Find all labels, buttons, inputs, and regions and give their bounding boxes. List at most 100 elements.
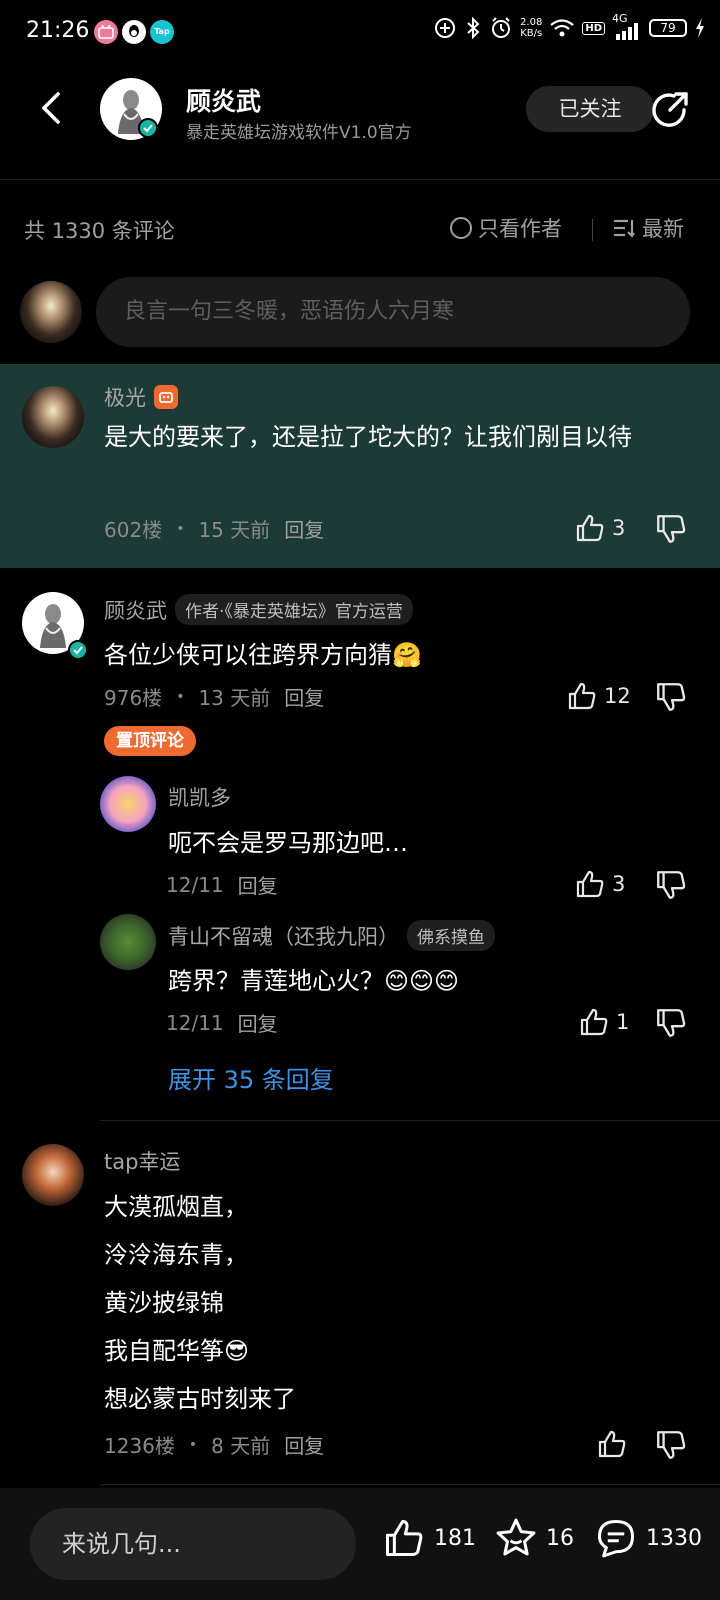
reply-date: 12/11 [166, 872, 224, 897]
status-bar: 21:26 Tap 2.08 KB/s HD 4G 79 [0, 0, 720, 66]
favorite-button[interactable]: 16 [494, 1516, 574, 1560]
charging-icon [696, 18, 704, 38]
divider [100, 1484, 720, 1485]
comment-text: 各位少侠可以往跨界方向猜🤗 [104, 641, 422, 669]
sort-newest-label: 最新 [642, 217, 684, 241]
thumbs-up-icon [568, 682, 596, 710]
my-avatar [20, 281, 82, 343]
comment-meta: 976楼 • 13 天前 回复 [104, 682, 324, 711]
post-header: 顾炎武 暴走英雄坛游戏软件V1.0官方 已关注 [0, 66, 720, 180]
hd-badge: HD [582, 21, 605, 35]
thumbs-up-icon [385, 1519, 423, 1557]
comment-bubble-icon [597, 1519, 635, 1558]
thumbs-down-icon [657, 515, 686, 543]
comment-text: 是大的要来了，还是拉了坨大的？让我们剐目以待 [104, 423, 632, 451]
divider [592, 219, 593, 241]
dislike-button[interactable] [654, 680, 688, 714]
reply-date: 12/11 [166, 1010, 224, 1035]
poem-line: 黄沙披绿锦 [104, 1289, 224, 1317]
author-only-toggle[interactable]: 只看作者 [450, 213, 562, 243]
avatar[interactable] [22, 386, 84, 448]
dislike-button[interactable] [654, 1428, 688, 1462]
sort-icon [614, 219, 635, 238]
avatar[interactable] [22, 592, 88, 660]
comment-author[interactable]: 顾炎武 作者·《暴走英雄坛》官方运营 [104, 594, 413, 625]
like-count: 3 [612, 872, 626, 896]
comment-sort-bar: 共 1330 条评论 只看作者 最新 [0, 205, 720, 255]
reply-button[interactable]: 回复 [238, 870, 278, 899]
thumbs-down-icon [657, 683, 686, 711]
post-like-button[interactable]: 181 [382, 1516, 476, 1560]
sort-newest-button[interactable]: 最新 [612, 213, 684, 243]
thumbs-down-icon [657, 1009, 686, 1037]
author-only-label: 只看作者 [478, 217, 562, 241]
reply-button[interactable]: 回复 [284, 682, 324, 711]
dislike-button[interactable] [654, 512, 688, 546]
author-title: 暴走英雄坛游戏软件V1.0官方 [186, 123, 412, 143]
avatar[interactable] [22, 1144, 84, 1206]
reply-text: 呃不会是罗马那边吧… [168, 829, 408, 857]
star-icon [496, 1518, 536, 1556]
pinned-tag: 置顶评论 [104, 726, 196, 756]
verified-icon [138, 118, 158, 138]
like-count: 3 [612, 516, 626, 540]
comment-total: 共 1330 条评论 [24, 219, 175, 243]
bluetooth-icon [467, 16, 480, 40]
wifi-icon [550, 19, 575, 37]
floor-number: 976楼 [104, 686, 163, 710]
signal-icon: 4G [612, 12, 642, 40]
comment-author[interactable]: 极光 [104, 382, 178, 412]
bili-icon [94, 20, 118, 44]
battery-indicator: 79 [649, 19, 687, 37]
expand-replies-link[interactable]: 展开 35 条回复 [168, 1060, 334, 1095]
reply-button[interactable]: 回复 [284, 514, 324, 543]
floor-number: 1236楼 [104, 1434, 175, 1458]
thumbs-up-icon [598, 1430, 626, 1458]
reply-meta: 12/11 回复 [166, 1008, 278, 1037]
bottom-action-bar: 来说几句... 181 16 1330 [0, 1488, 720, 1600]
level-badge-icon [154, 385, 178, 409]
comment-author[interactable]: tap幸运 [104, 1146, 180, 1176]
like-button[interactable]: 3 [574, 512, 625, 544]
favorite-count: 16 [546, 1525, 574, 1551]
avatar[interactable] [100, 914, 156, 970]
like-count: 12 [604, 684, 631, 708]
user-badge: 佛系摸鱼 [407, 920, 495, 951]
like-button[interactable]: 12 [566, 680, 631, 712]
poem-line: 想必蒙古时刻来了 [104, 1385, 296, 1413]
poem-line: 泠泠海东青， [104, 1241, 248, 1269]
like-button[interactable]: 3 [574, 868, 625, 900]
comment-meta: 1236楼 • 8 天前 回复 [104, 1430, 324, 1459]
author-badge: 作者·《暴走英雄坛》官方运营 [175, 594, 413, 625]
reply-button[interactable]: 回复 [284, 1430, 324, 1459]
comments-button[interactable]: 1330 [594, 1516, 702, 1560]
dislike-button[interactable] [654, 1006, 688, 1040]
like-count: 1 [616, 1010, 630, 1034]
reply-author[interactable]: 青山不留魂（还我九阳） 佛系摸鱼 [168, 920, 495, 951]
author-name[interactable]: 顾炎武 [186, 82, 261, 118]
radio-icon [450, 217, 472, 239]
reply-button[interactable]: 回复 [238, 1008, 278, 1037]
thumbs-down-icon [657, 1431, 686, 1459]
add-circle-icon [435, 18, 456, 38]
thumbs-up-icon [576, 870, 604, 898]
reply-meta: 12/11 回复 [166, 870, 278, 899]
like-button[interactable] [596, 1428, 628, 1460]
alarm-icon [492, 17, 511, 38]
dislike-button[interactable] [654, 868, 688, 902]
back-button[interactable] [32, 88, 72, 128]
avatar[interactable] [100, 776, 156, 832]
author-avatar[interactable] [100, 78, 162, 140]
like-button[interactable]: 1 [578, 1006, 629, 1038]
share-button[interactable] [648, 88, 692, 132]
bottom-comment-input[interactable]: 来说几句... [30, 1508, 356, 1580]
reply-author[interactable]: 凯凯多 [168, 782, 231, 812]
divider [100, 1120, 720, 1121]
comment-input[interactable]: 良言一句三冬暖，恶语伤人六月寒 [96, 277, 690, 347]
thumbs-up-icon [580, 1008, 608, 1036]
follow-button[interactable]: 已关注 [526, 86, 654, 132]
poem-line: 大漠孤烟直， [104, 1193, 248, 1221]
status-time: 21:26 [26, 18, 90, 43]
net-speed: 2.08 KB/s [520, 17, 543, 39]
status-app-icons: Tap [94, 20, 174, 44]
